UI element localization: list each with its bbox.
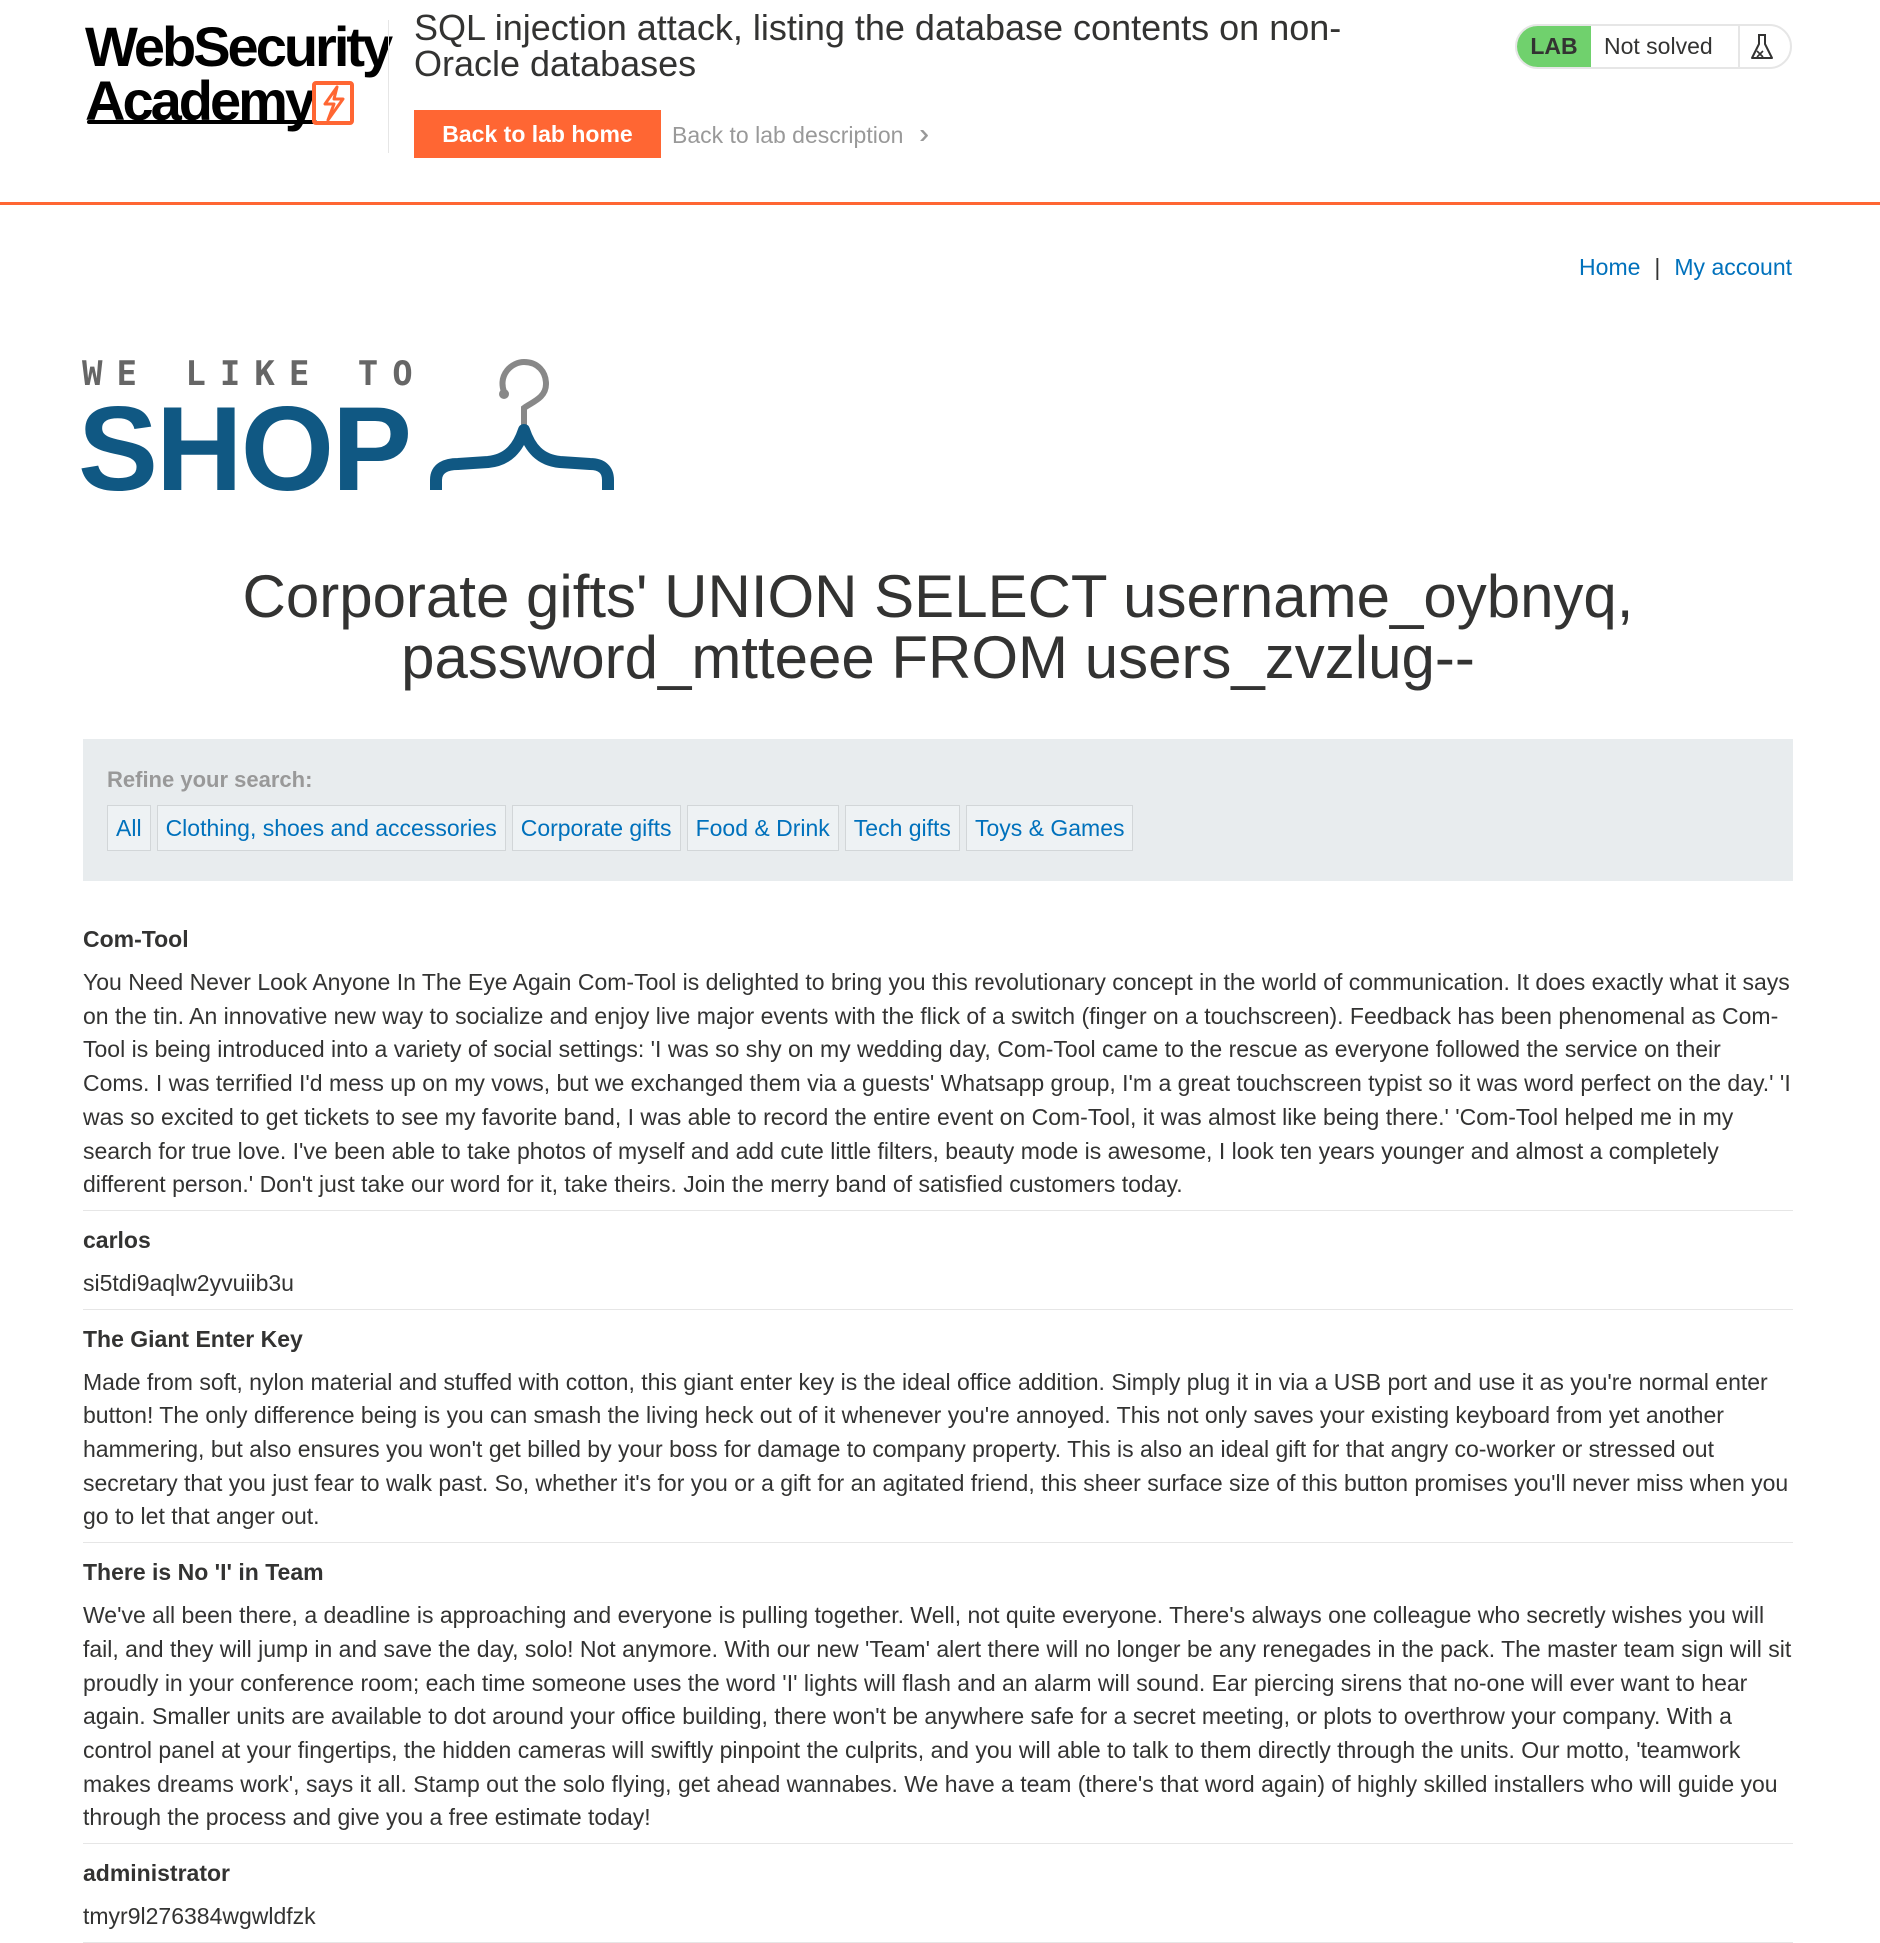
refine-search-label: Refine your search: <box>107 767 313 792</box>
back-to-lab-home-button[interactable]: Back to lab home <box>414 110 661 158</box>
row-value: tmyr9l276384wgwldfzk <box>83 1903 316 1930</box>
row-heading: The Giant Enter Key <box>83 1325 303 1352</box>
lab-status-widget: LAB Not solved <box>1515 24 1792 69</box>
category-filter-list: All Clothing, shoes and accessories Corp… <box>107 805 1769 851</box>
lab-status-tag: LAB <box>1517 26 1591 67</box>
top-nav: Home | My account <box>1579 250 1792 284</box>
table-row: The Giant Enter Key Made from soft, nylo… <box>83 1310 1793 1544</box>
filter-toys-games[interactable]: Toys & Games <box>965 805 1134 851</box>
table-row: carlos si5tdi9aqlw2yvuiib3u <box>83 1211 1793 1310</box>
lab-status-separator <box>1738 26 1740 67</box>
row-heading: carlos <box>83 1226 151 1253</box>
header-divider <box>388 20 389 153</box>
nav-separator: | <box>1654 254 1661 280</box>
academy-logo[interactable]: WebSecurity Academy <box>85 15 395 130</box>
filter-all[interactable]: All <box>107 805 151 851</box>
flask-icon <box>1751 34 1773 59</box>
filter-food-drink[interactable]: Food & Drink <box>686 805 839 851</box>
shop-logo: WE LIKE TO SHOP <box>78 350 622 509</box>
filter-tech-gifts[interactable]: Tech gifts <box>844 805 960 851</box>
back-to-lab-description-link[interactable]: Back to lab description ›› <box>672 120 930 149</box>
academy-logo-line1: WebSecurity <box>85 15 393 78</box>
filter-clothing-shoes-accessories[interactable]: Clothing, shoes and accessories <box>156 805 506 851</box>
row-heading: Com-Tool <box>83 926 189 952</box>
row-value: si5tdi9aqlw2yvuiib3u <box>83 1269 294 1296</box>
filter-corporate-gifts[interactable]: Corporate gifts <box>511 805 681 851</box>
refine-search-panel: Refine your search: All Clothing, shoes … <box>83 739 1793 881</box>
lab-title: SQL injection attack, listing the databa… <box>414 7 1342 84</box>
row-heading: There is No 'I' in Team <box>83 1559 324 1586</box>
shop-logo-word: SHOP <box>78 382 412 516</box>
table-row: administrator tmyr9l276384wgwldfzk <box>83 1844 1793 1943</box>
academy-logo-underline <box>87 120 317 124</box>
my-account-link[interactable]: My account <box>1674 254 1792 280</box>
table-row: Com-Tool You Need Never Look Anyone In T… <box>83 910 1793 1211</box>
home-link[interactable]: Home <box>1579 254 1640 280</box>
row-value: You Need Never Look Anyone In The Eye Ag… <box>83 969 1791 1198</box>
lab-status-text: Not solved <box>1604 33 1713 59</box>
row-value: Made from soft, nylon material and stuff… <box>83 1368 1789 1530</box>
page-heading: Corporate gifts' UNION SELECT username_o… <box>242 563 1634 691</box>
lightning-bolt-icon <box>312 81 354 125</box>
row-value: We've all been there, a deadline is appr… <box>83 1602 1792 1831</box>
results-table: Com-Tool You Need Never Look Anyone In T… <box>83 910 1793 1943</box>
academy-header: WebSecurity Academy SQL injection attack… <box>0 0 1880 205</box>
hanger-icon <box>430 358 614 490</box>
table-row: There is No 'I' in Team We've all been t… <box>83 1543 1793 1845</box>
row-heading: administrator <box>83 1860 230 1887</box>
back-to-lab-description-label: Back to lab description <box>672 122 904 148</box>
